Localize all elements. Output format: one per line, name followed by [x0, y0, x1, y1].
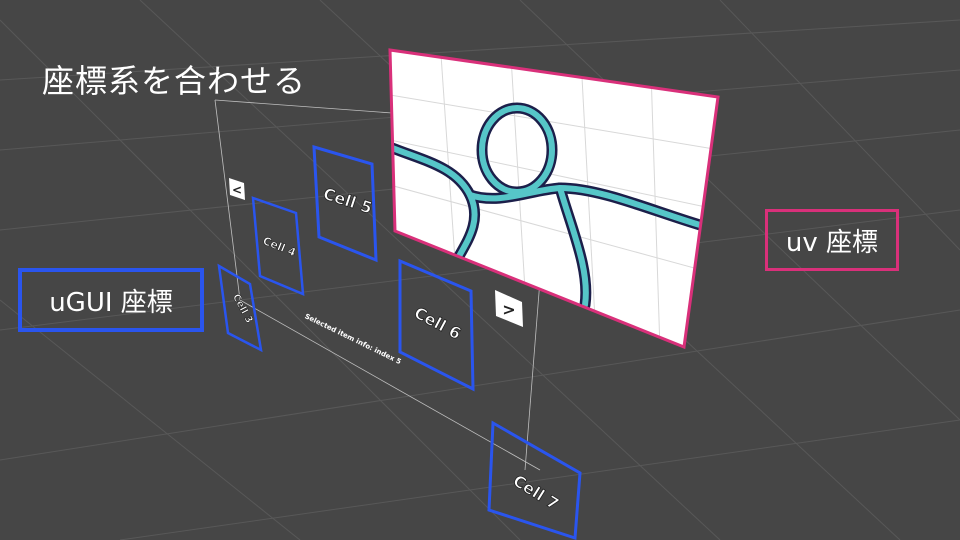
slide-title: 座標系を合わせる	[42, 62, 307, 100]
cell-label: Cell 6	[411, 303, 464, 343]
uv-texture-quad	[388, 48, 720, 350]
prev-button[interactable]: <	[229, 178, 245, 200]
cell-label: Cell 7	[510, 471, 563, 514]
cell-6[interactable]: Cell 6	[398, 258, 475, 392]
next-button-label: >	[502, 300, 515, 319]
uv-coordinate-label: uv 座標	[765, 209, 899, 271]
cell-5[interactable]: Cell 5	[312, 144, 378, 263]
cell-label: Cell 3	[230, 292, 254, 325]
cell-label: Cell 4	[261, 234, 298, 259]
cell-3[interactable]: Cell 3	[217, 263, 263, 353]
selected-item-status: Selected item info: index 5	[303, 312, 402, 366]
next-button[interactable]: >	[495, 290, 523, 327]
cell-label: Cell 5	[321, 184, 375, 218]
cell-7[interactable]: Cell 7	[487, 420, 582, 540]
ugui-coordinate-label: uGUI 座標	[18, 268, 204, 332]
cell-4[interactable]: Cell 4	[251, 196, 305, 296]
prev-button-label: <	[232, 183, 242, 197]
